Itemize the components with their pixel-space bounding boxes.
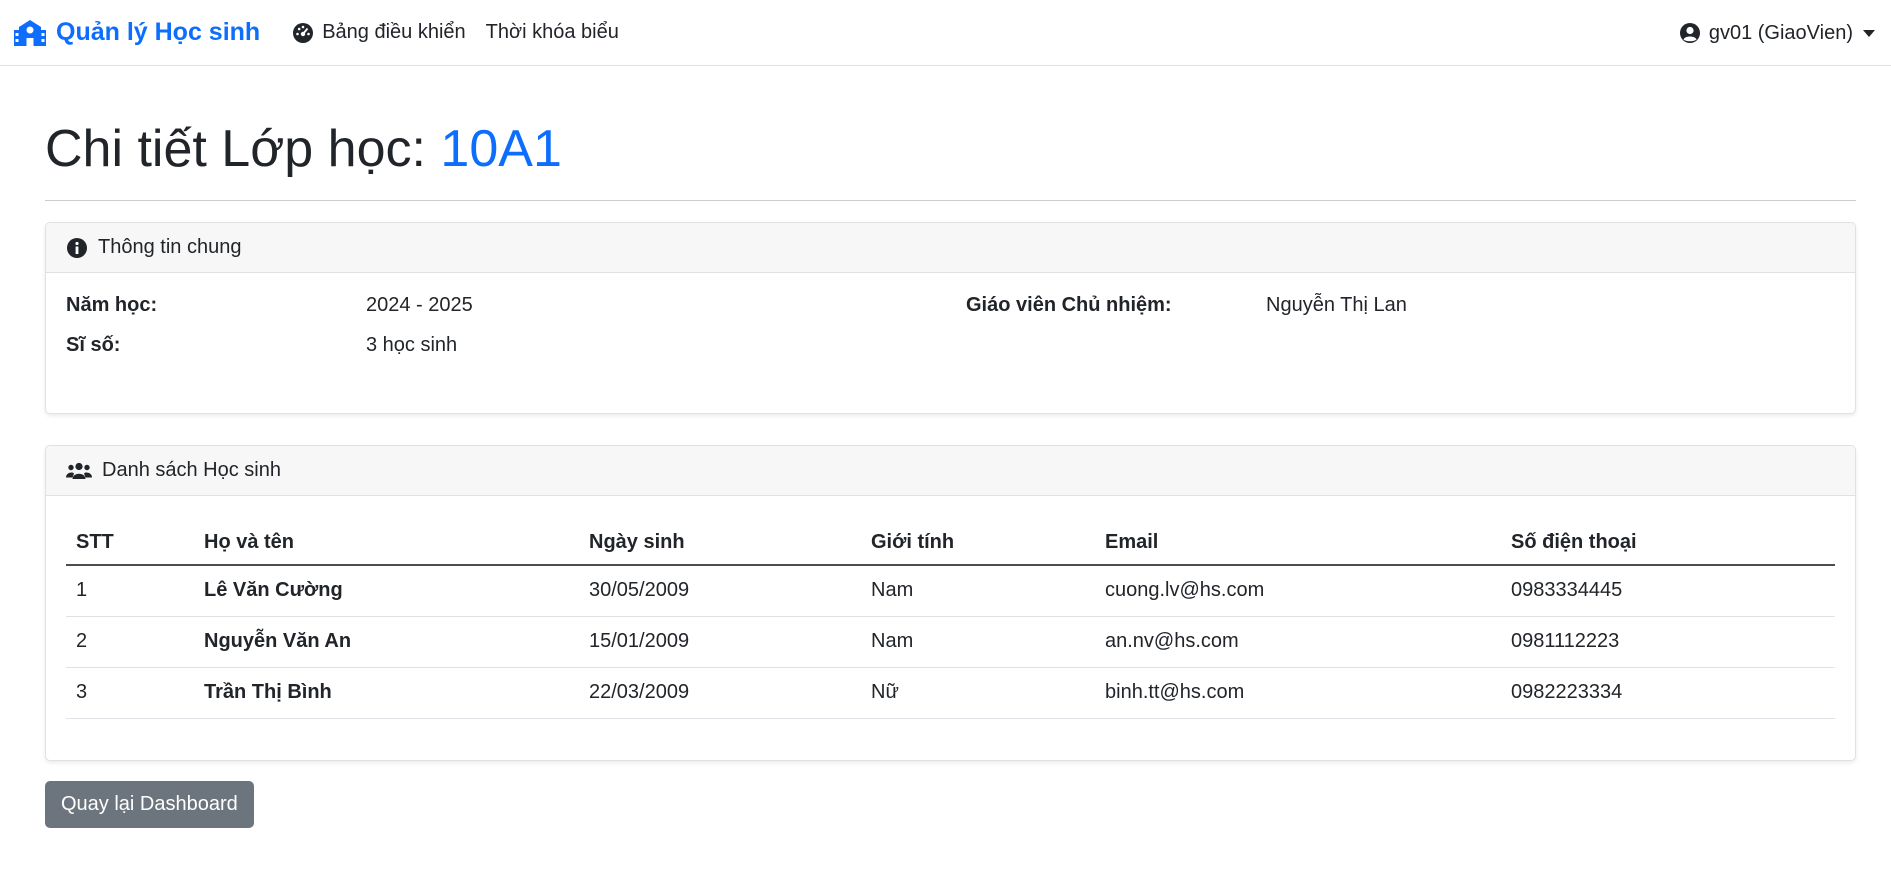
info-circle-icon xyxy=(67,237,87,258)
dashboard-icon xyxy=(293,22,314,43)
cell-email: an.nv@hs.com xyxy=(1095,616,1501,668)
col-header-phone: Số điện thoại xyxy=(1501,520,1835,566)
cell-stt: 3 xyxy=(66,667,194,719)
users-icon xyxy=(66,462,92,479)
chevron-down-icon xyxy=(1863,29,1875,37)
table-header-row: STT Họ và tên Ngày sinh Giới tính Email … xyxy=(66,520,1835,566)
title-divider xyxy=(45,200,1856,201)
student-list-header: Danh sách Học sinh xyxy=(46,446,1855,496)
cell-email: cuong.lv@hs.com xyxy=(1095,565,1501,617)
cell-dob: 22/03/2009 xyxy=(579,667,861,719)
page-title-prefix: Chi tiết Lớp học: xyxy=(45,120,441,178)
class-size-label: Sĩ số: xyxy=(66,334,121,356)
cell-email: binh.tt@hs.com xyxy=(1095,667,1501,719)
brand-label: Quản lý Học sinh xyxy=(56,18,261,46)
table-row: 3 Trần Thị Bình 22/03/2009 Nữ binh.tt@hs… xyxy=(66,667,1835,719)
main-content: Chi tiết Lớp học: 10A1 Thông tin chung N… xyxy=(45,66,1856,828)
col-header-stt: STT xyxy=(66,520,194,566)
table-row: 1 Lê Văn Cường 30/05/2009 Nam cuong.lv@h… xyxy=(66,565,1835,617)
cell-gender: Nữ xyxy=(861,667,1095,719)
cell-name: Nguyễn Văn An xyxy=(194,616,579,668)
cell-gender: Nam xyxy=(861,565,1095,617)
col-header-name: Họ và tên xyxy=(194,520,579,566)
general-info-title: Thông tin chung xyxy=(98,236,242,258)
student-list-title: Danh sách Học sinh xyxy=(102,459,281,481)
general-info-body: Năm học: 2024 - 2025 Sĩ số: 3 học sinh G… xyxy=(46,273,1855,413)
student-list-card: Danh sách Học sinh STT Họ và tên Ngày si… xyxy=(45,445,1856,761)
nav-dashboard-label: Bảng điều khiển xyxy=(322,21,466,43)
nav-dashboard[interactable]: Bảng điều khiển xyxy=(292,21,466,44)
cell-stt: 1 xyxy=(66,565,194,617)
navbar: Quản lý Học sinh Bảng điều khiển Thời kh… xyxy=(0,0,1891,66)
page-title: Chi tiết Lớp học: 10A1 xyxy=(45,118,1856,180)
homeroom-teacher-label: Giáo viên Chủ nhiệm: xyxy=(966,294,1172,316)
user-menu-dropdown[interactable]: gv01 (GiaoVien) xyxy=(1679,0,1875,66)
cell-name: Trần Thị Bình xyxy=(194,667,579,719)
homeroom-teacher-value: Nguyễn Thị Lan xyxy=(1266,294,1407,316)
table-row: 2 Nguyễn Văn An 15/01/2009 Nam an.nv@hs.… xyxy=(66,616,1835,668)
general-info-card: Thông tin chung Năm học: 2024 - 2025 Sĩ … xyxy=(45,222,1856,414)
cell-phone: 0982223334 xyxy=(1501,667,1835,719)
school-year-value: 2024 - 2025 xyxy=(366,294,473,316)
col-header-dob: Ngày sinh xyxy=(579,520,861,566)
general-info-header: Thông tin chung xyxy=(46,223,1855,273)
cell-dob: 30/05/2009 xyxy=(579,565,861,617)
cell-gender: Nam xyxy=(861,616,1095,668)
school-icon xyxy=(14,19,46,46)
nav-timetable[interactable]: Thời khóa biểu xyxy=(486,21,619,44)
class-name: 10A1 xyxy=(440,120,562,178)
cell-phone: 0981112223 xyxy=(1501,616,1835,668)
cell-name: Lê Văn Cường xyxy=(194,565,579,617)
class-size-value: 3 học sinh xyxy=(366,334,458,356)
nav-timetable-label: Thời khóa biểu xyxy=(485,21,619,43)
user-name: gv01 (GiaoVien) xyxy=(1708,21,1853,44)
col-header-email: Email xyxy=(1095,520,1501,566)
user-circle-icon xyxy=(1679,23,1700,43)
cell-dob: 15/01/2009 xyxy=(579,616,861,668)
cell-stt: 2 xyxy=(66,616,194,668)
back-to-dashboard-button[interactable]: Quay lại Dashboard xyxy=(45,781,254,828)
students-table: STT Họ và tên Ngày sinh Giới tính Email … xyxy=(66,520,1835,719)
brand-link[interactable]: Quản lý Học sinh xyxy=(14,18,260,47)
col-header-gender: Giới tính xyxy=(861,520,1095,566)
cell-phone: 0983334445 xyxy=(1501,565,1835,617)
school-year-label: Năm học: xyxy=(66,294,158,316)
